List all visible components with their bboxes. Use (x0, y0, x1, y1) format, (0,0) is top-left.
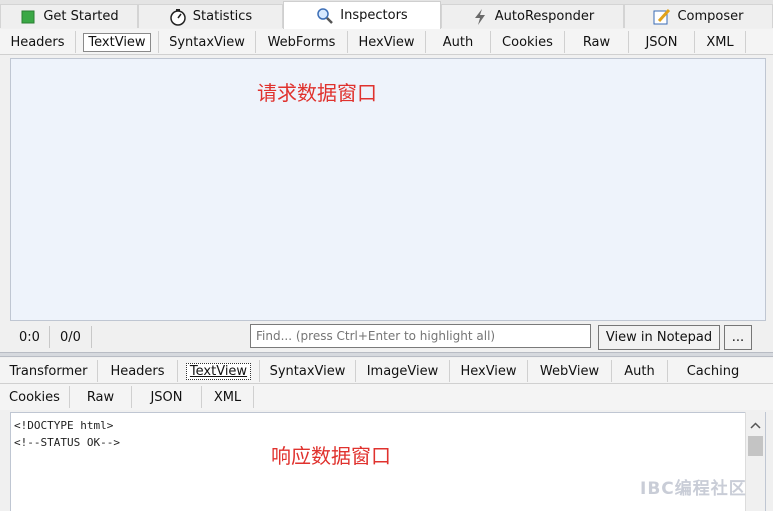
req-tab-auth[interactable]: Auth (426, 31, 491, 53)
tab-label: Inspectors (340, 8, 408, 23)
cursor-position: 0:0 (10, 326, 50, 348)
stopwatch-icon (169, 8, 187, 26)
tab-label: Caching (686, 363, 740, 379)
tab-label: ImageView (366, 363, 439, 379)
tab-label: XML (706, 34, 734, 50)
tab-label: Composer (677, 9, 744, 24)
tab-autoresponder[interactable]: AutoResponder (441, 4, 624, 28)
find-input[interactable] (250, 324, 591, 348)
response-line-2: <!--STATUS OK--> (14, 436, 120, 449)
req-tab-textview[interactable]: TextView (76, 31, 159, 53)
resp-tab-textview[interactable]: TextView (178, 360, 260, 382)
scroll-up-icon[interactable] (750, 418, 761, 433)
tab-label: XML (213, 389, 242, 405)
resp-tab-headers[interactable]: Headers (98, 360, 178, 382)
green-square-icon (19, 8, 37, 26)
tab-label: Headers (110, 363, 165, 379)
view-in-notepad-button[interactable]: View in Notepad (598, 325, 720, 350)
tab-label: JSON (645, 34, 678, 50)
scroll-thumb[interactable] (748, 436, 763, 456)
magnifier-icon (316, 7, 334, 25)
tab-label: JSON (150, 389, 183, 405)
req-tab-json[interactable]: JSON (629, 31, 695, 53)
tab-label: Headers (10, 34, 65, 50)
response-overlay-label: 响应数据窗口 (271, 444, 391, 468)
resp-tab-auth[interactable]: Auth (612, 360, 668, 382)
tab-label: Raw (582, 34, 611, 50)
tab-statistics[interactable]: Statistics (138, 4, 283, 28)
resp-tab-syntaxview[interactable]: SyntaxView (260, 360, 356, 382)
resp-tab-webview[interactable]: WebView (528, 360, 612, 382)
resp-tab-cookies[interactable]: Cookies (0, 386, 70, 408)
tab-label: TextView (83, 32, 151, 52)
tab-label: Cookies (9, 389, 60, 405)
lightning-icon (471, 8, 489, 26)
request-text-area[interactable]: 请求数据窗口 (10, 58, 766, 321)
tab-inspectors[interactable]: Inspectors (283, 1, 441, 29)
tab-label: SyntaxView (169, 34, 245, 50)
resp-tab-transformer[interactable]: Transformer (0, 360, 98, 382)
response-tabs-row-1: Transformer Headers TextView SyntaxView … (0, 358, 773, 384)
tab-label: AutoResponder (494, 9, 595, 24)
tab-label: TextView (185, 362, 252, 380)
resp-tab-hexview[interactable]: HexView (450, 360, 528, 382)
tab-label: Raw (86, 389, 115, 405)
response-scrollbar[interactable] (745, 412, 765, 511)
resp-tab-json[interactable]: JSON (132, 386, 202, 408)
response-line-1: <!DOCTYPE html> (14, 419, 114, 432)
request-overlay-label: 请求数据窗口 (257, 81, 377, 105)
pencil-note-icon (653, 8, 671, 26)
watermark: IBC编程社区 (640, 479, 747, 499)
resp-tab-imageview[interactable]: ImageView (356, 360, 450, 382)
tab-label: Auth (442, 34, 474, 50)
req-tab-xml[interactable]: XML (695, 31, 746, 53)
request-tabs-row: Headers TextView SyntaxView WebForms Hex… (0, 29, 773, 55)
req-tab-webforms[interactable]: WebForms (256, 31, 348, 53)
response-tabs-row-2: Cookies Raw JSON XML (0, 384, 773, 410)
req-tab-syntaxview[interactable]: SyntaxView (159, 31, 256, 53)
tab-get-started[interactable]: Get Started (0, 4, 138, 28)
tab-label: WebForms (267, 34, 336, 50)
resp-tab-caching[interactable]: Caching (668, 360, 758, 382)
pane-splitter[interactable] (0, 352, 773, 357)
tab-label: Statistics (192, 9, 253, 24)
req-tab-raw[interactable]: Raw (565, 31, 629, 53)
more-options-button[interactable]: ... (724, 325, 752, 350)
req-tab-cookies[interactable]: Cookies (491, 31, 565, 53)
request-status-bar: 0:0 0/0 View in Notepad ... (10, 322, 766, 352)
match-count: 0/0 (50, 326, 92, 348)
resp-tab-xml[interactable]: XML (202, 386, 254, 408)
tab-label: Transformer (9, 363, 88, 379)
tab-label: SyntaxView (269, 363, 346, 379)
tab-label: Cookies (502, 34, 553, 50)
tab-label: Get Started (43, 9, 119, 24)
req-tab-headers[interactable]: Headers (0, 31, 76, 53)
resp-tab-raw[interactable]: Raw (70, 386, 132, 408)
tab-label: HexView (460, 363, 517, 379)
tab-composer[interactable]: Composer (624, 4, 773, 28)
req-tab-hexview[interactable]: HexView (348, 31, 426, 53)
tab-label: Auth (624, 363, 655, 379)
tab-label: HexView (358, 34, 415, 50)
tab-label: WebView (539, 363, 600, 379)
